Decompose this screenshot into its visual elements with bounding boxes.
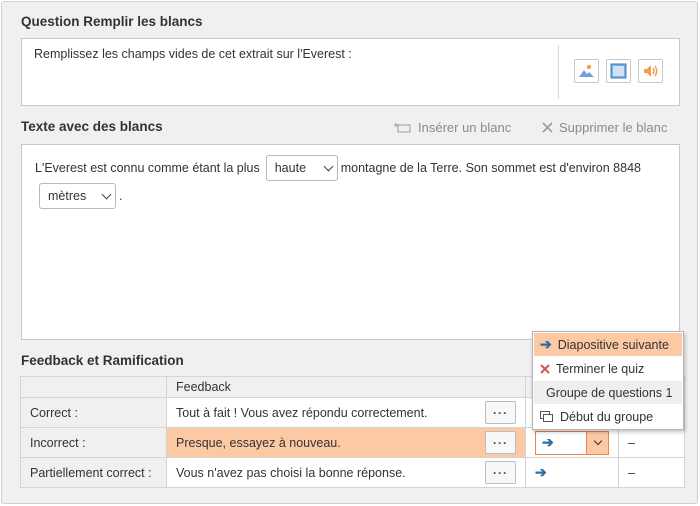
- menu-item-next-slide[interactable]: ➔ Diapositive suivante: [534, 333, 682, 356]
- menu-item-label: Terminer le quiz: [556, 361, 645, 376]
- close-icon: [540, 363, 550, 374]
- question-prompt-box[interactable]: Remplissez les champs vides de cet extra…: [21, 38, 680, 106]
- blank-1-value: haute: [274, 161, 307, 175]
- branch-cell[interactable]: ➔: [525, 457, 619, 488]
- more-options-button[interactable]: ···: [485, 401, 516, 424]
- delete-blank-label: Supprimer le blanc: [559, 120, 668, 135]
- menu-group-label: Groupe de questions 1: [546, 385, 673, 400]
- text-line-1: L'Everest est connu comme étant la plus …: [35, 155, 641, 181]
- text-before: L'Everest est connu comme étant la plus: [35, 161, 260, 175]
- insert-blank-button[interactable]: Insérer un blanc: [394, 120, 511, 135]
- feedback-cell[interactable]: Tout à fait ! Vous avez répondu correcte…: [166, 397, 526, 428]
- table-header-empty: [20, 376, 167, 398]
- group-icon: [540, 410, 553, 422]
- feedback-text: Tout à fait ! Vous avez répondu correcte…: [176, 405, 428, 420]
- chevron-down-icon: [323, 161, 334, 171]
- question-prompt-text: Remplissez les champs vides de cet extra…: [34, 47, 352, 61]
- blanks-heading: Texte avec des blancs: [21, 119, 163, 134]
- more-options-button[interactable]: ···: [485, 431, 516, 454]
- arrow-right-icon: ➔: [542, 434, 554, 450]
- blanks-text-editor[interactable]: L'Everest est connu comme étant la plus …: [21, 144, 680, 340]
- table-row: Partiellement correct : Vous n'avez pas …: [20, 457, 685, 488]
- text-line-2: mètres .: [39, 183, 122, 209]
- menu-item-end-quiz[interactable]: Terminer le quiz: [534, 357, 682, 380]
- close-icon: [542, 122, 553, 133]
- row-label: Incorrect :: [20, 427, 167, 458]
- table-row: Incorrect : Presque, essayez à nouveau. …: [20, 427, 685, 458]
- question-heading: Question Remplir les blancs: [21, 14, 203, 29]
- chevron-down-icon: [101, 189, 112, 199]
- audio-icon: [644, 65, 658, 77]
- arrow-right-icon: ➔: [535, 464, 547, 480]
- feedback-cell[interactable]: Presque, essayez à nouveau. ···: [166, 427, 526, 458]
- feedback-cell[interactable]: Vous n'avez pas choisi la bonne réponse.…: [166, 457, 526, 488]
- delete-blank-button[interactable]: Supprimer le blanc: [542, 120, 667, 135]
- branch-select[interactable]: ➔: [535, 430, 609, 455]
- chevron-down-icon: [593, 436, 602, 446]
- insert-video-button[interactable]: [606, 59, 631, 83]
- feedback-text: Presque, essayez à nouveau.: [176, 435, 341, 450]
- menu-group-header: Groupe de questions 1: [534, 381, 682, 404]
- blank-select-2[interactable]: mètres: [39, 183, 116, 209]
- insert-blank-label: Insérer un blanc: [418, 120, 512, 135]
- row-label: Correct :: [20, 397, 167, 428]
- extra-cell: –: [618, 427, 685, 458]
- text-after: .: [119, 189, 123, 203]
- insert-audio-button[interactable]: [638, 59, 663, 83]
- dropdown-toggle[interactable]: [586, 431, 608, 454]
- text-middle: montagne de la Terre. Son sommet est d'e…: [340, 161, 641, 175]
- row-label: Partiellement correct :: [20, 457, 167, 488]
- insert-image-button[interactable]: [574, 59, 599, 83]
- insert-blank-icon: [394, 122, 411, 132]
- menu-item-label: Début du groupe: [560, 409, 654, 424]
- menu-item-label: Diapositive suivante: [557, 337, 669, 352]
- feedback-heading: Feedback et Ramification: [21, 353, 184, 368]
- blank-2-value: mètres: [48, 189, 87, 203]
- video-icon: [610, 63, 627, 79]
- arrow-right-icon: ➔: [540, 336, 552, 352]
- more-options-button[interactable]: ···: [485, 461, 516, 484]
- feedback-text: Vous n'avez pas choisi la bonne réponse.: [176, 465, 406, 480]
- image-icon: [579, 64, 594, 77]
- divider: [558, 45, 559, 99]
- branch-dropdown-menu: ➔ Diapositive suivante Terminer le quiz …: [532, 331, 684, 430]
- menu-item-group-start[interactable]: Début du groupe: [534, 405, 682, 428]
- extra-cell: –: [618, 457, 685, 488]
- branch-cell[interactable]: ➔: [525, 427, 619, 458]
- table-header-feedback: Feedback: [166, 376, 526, 398]
- blank-select-1[interactable]: haute: [265, 155, 338, 181]
